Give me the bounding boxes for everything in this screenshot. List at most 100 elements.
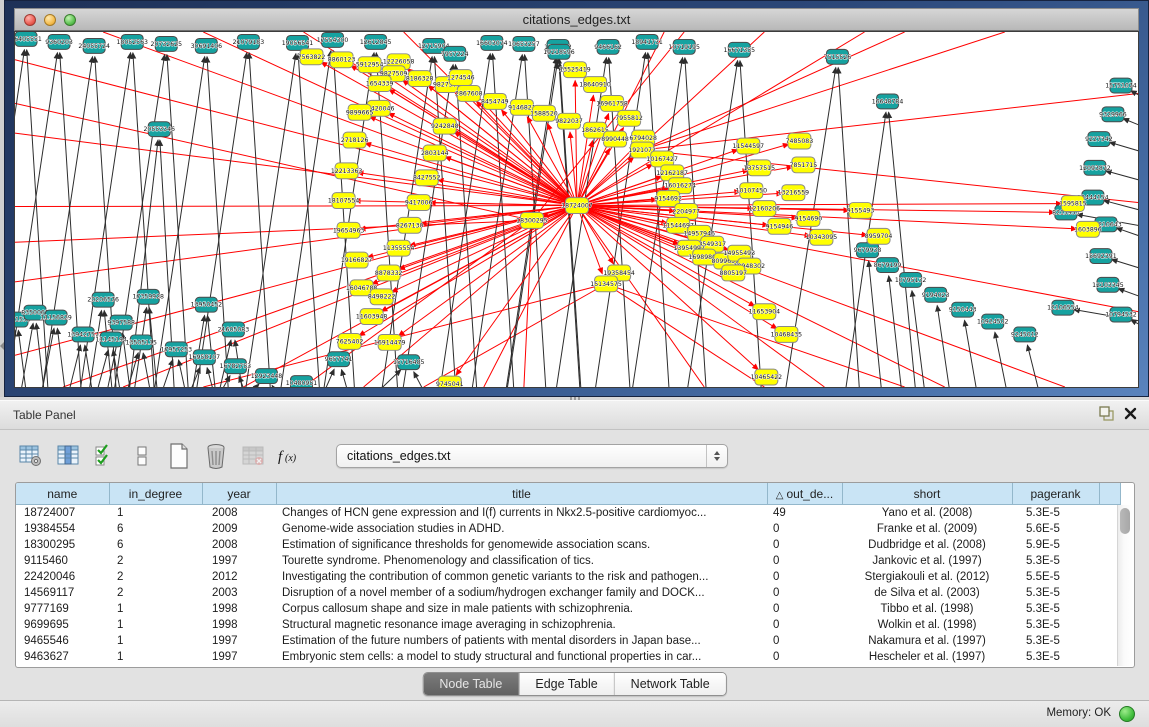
- network-edge[interactable]: [154, 57, 204, 387]
- tab-node-table[interactable]: Node Table: [423, 673, 518, 695]
- network-edge[interactable]: [577, 204, 1062, 206]
- network-node[interactable]: 7625402: [336, 333, 364, 349]
- table-row[interactable]: 1456911722003Disruption of a novel membe…: [16, 585, 1120, 601]
- network-node[interactable]: 10719195: [668, 39, 700, 54]
- network-node[interactable]: 10794532: [1105, 307, 1137, 322]
- network-node[interactable]: 12106554: [1047, 300, 1079, 315]
- network-node[interactable]: 10795132: [895, 272, 927, 287]
- network-node[interactable]: 8990448: [601, 131, 629, 147]
- network-node[interactable]: 16958107: [189, 350, 221, 365]
- network-node[interactable]: 7485083: [786, 133, 814, 149]
- column-header-pagerank[interactable]: pagerank: [1012, 483, 1099, 505]
- network-node[interactable]: 8860123: [328, 52, 356, 68]
- network-node[interactable]: 11603948: [356, 309, 388, 325]
- network-node[interactable]: 30691406: [191, 38, 223, 53]
- network-node[interactable]: 18640910: [579, 77, 611, 93]
- network-edge[interactable]: [18, 330, 26, 387]
- network-node[interactable]: 21079183: [233, 34, 265, 49]
- network-edge[interactable]: [57, 328, 65, 387]
- network-node[interactable]: 8878332: [375, 265, 403, 281]
- table-row[interactable]: 946554611997Estimation of the future num…: [16, 633, 1120, 649]
- network-node[interactable]: 9417006: [405, 195, 433, 211]
- network-edge[interactable]: [15, 206, 577, 207]
- network-edge[interactable]: [1116, 228, 1138, 239]
- network-node[interactable]: 11145194: [95, 332, 127, 347]
- network-node[interactable]: 17957253: [161, 342, 193, 357]
- network-node[interactable]: 13505115: [125, 335, 157, 350]
- network-node[interactable]: 12103345: [1092, 277, 1124, 292]
- network-node[interactable]: 11653904: [749, 304, 781, 320]
- network-node[interactable]: 10343095: [806, 229, 838, 245]
- column-header-title[interactable]: title: [276, 483, 767, 505]
- network-node[interactable]: 9245012: [1011, 327, 1039, 342]
- column-header-in-degree[interactable]: in_degree: [109, 483, 202, 505]
- network-node[interactable]: 9242848: [431, 118, 459, 134]
- network-edge[interactable]: [889, 112, 916, 387]
- network-edge[interactable]: [1131, 91, 1138, 101]
- network-node[interactable]: 9154690: [795, 210, 823, 226]
- network-node[interactable]: 9227342: [1085, 132, 1113, 147]
- network-node[interactable]: 16648784: [872, 94, 904, 109]
- network-edge[interactable]: [69, 345, 80, 387]
- network-node[interactable]: 10468435: [771, 327, 803, 343]
- network-node[interactable]: 2867608: [455, 86, 483, 102]
- network-edge[interactable]: [1123, 118, 1138, 129]
- network-edge[interactable]: [162, 360, 173, 387]
- network-edge[interactable]: [143, 353, 150, 387]
- network-node[interactable]: 8186328: [406, 71, 434, 87]
- network-edge[interactable]: [298, 54, 319, 387]
- network-edge[interactable]: [15, 206, 577, 356]
- network-node[interactable]: 12160206: [749, 201, 781, 217]
- network-node[interactable]: 16782753: [220, 359, 252, 374]
- network-node[interactable]: 1588520: [530, 105, 558, 121]
- table-row[interactable]: 969969511998Structural magnetic resonanc…: [16, 617, 1120, 633]
- network-edge[interactable]: [1106, 171, 1138, 183]
- network-edge[interactable]: [97, 350, 108, 387]
- network-node[interactable]: 18941731: [631, 34, 663, 49]
- network-edge[interactable]: [1131, 320, 1138, 330]
- network-node[interactable]: 10653257: [508, 36, 540, 51]
- network-node[interactable]: 1595815: [1059, 196, 1087, 212]
- network-node[interactable]: 19218596: [543, 44, 575, 59]
- network-node[interactable]: 7563822: [298, 49, 326, 65]
- network-node[interactable]: 11544597: [733, 138, 765, 154]
- network-node[interactable]: 24055724: [78, 38, 110, 53]
- select-all-button[interactable]: [92, 443, 118, 469]
- network-edge[interactable]: [249, 53, 270, 387]
- network-edge[interactable]: [1109, 142, 1138, 154]
- network-node[interactable]: 15134575: [590, 276, 622, 292]
- network-node[interactable]: 15751074: [1105, 78, 1137, 93]
- network-view-window[interactable]: citations_edges.txt 16405551936020324055…: [4, 0, 1149, 397]
- close-panel-icon[interactable]: [1124, 407, 1137, 420]
- network-node[interactable]: 19654963: [333, 222, 365, 238]
- table-row[interactable]: 1872400712008Changes of HCN gene express…: [16, 505, 1120, 522]
- network-node[interactable]: 19056541: [282, 35, 314, 50]
- network-edge[interactable]: [207, 368, 213, 387]
- network-node[interactable]: 12093872: [1079, 160, 1111, 175]
- network-node[interactable]: 13216559: [778, 185, 810, 201]
- network-node[interactable]: 9155493: [847, 203, 875, 219]
- network-node[interactable]: 7851715: [790, 157, 818, 173]
- table-selector[interactable]: citations_edges.txt: [336, 444, 728, 468]
- network-node[interactable]: 9150443: [949, 302, 977, 317]
- network-node[interactable]: 9657741: [325, 352, 353, 367]
- network-node[interactable]: 1274546: [447, 70, 475, 86]
- network-node[interactable]: 10480951: [286, 376, 318, 387]
- network-edge[interactable]: [995, 332, 1007, 387]
- network-node[interactable]: 12612845: [360, 34, 392, 49]
- tab-edge-table[interactable]: Edge Table: [518, 673, 614, 695]
- network-node[interactable]: 20732625: [151, 36, 183, 51]
- network-node[interactable]: 17359928: [132, 289, 164, 304]
- network-node[interactable]: 9745041: [436, 376, 464, 387]
- network-edge[interactable]: [687, 61, 737, 387]
- network-node[interactable]: 13942757: [67, 327, 99, 342]
- network-node[interactable]: 8679199: [874, 258, 902, 273]
- network-node[interactable]: 15692391: [1085, 249, 1117, 264]
- network-node[interactable]: 9329966: [1099, 107, 1127, 122]
- network-node[interactable]: 9822037: [555, 113, 583, 129]
- network-node[interactable]: 7515526: [824, 49, 852, 64]
- network-node[interactable]: 16961758: [596, 95, 628, 111]
- network-node[interactable]: 12213363: [331, 163, 363, 179]
- network-node[interactable]: 21605083: [218, 322, 250, 337]
- network-node[interactable]: 18724007: [561, 198, 593, 214]
